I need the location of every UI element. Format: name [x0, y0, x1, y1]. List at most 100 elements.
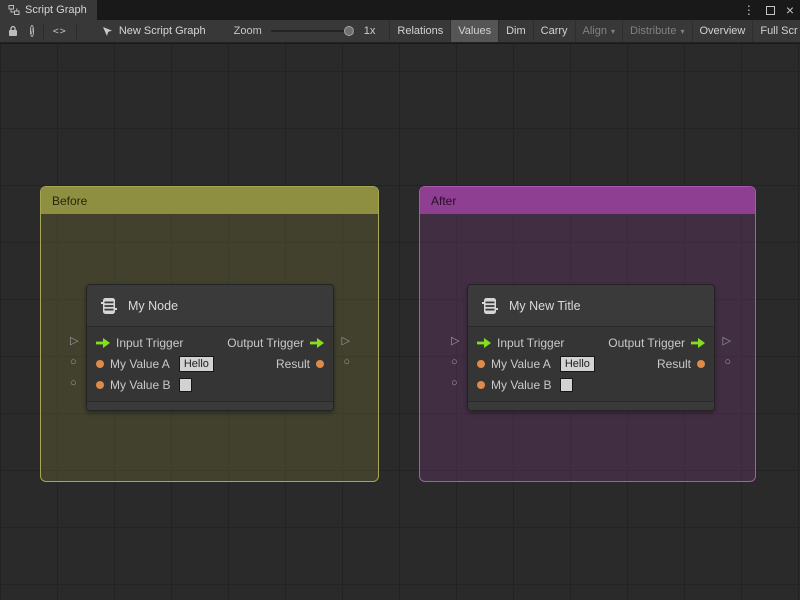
port-result[interactable]: Result [657, 357, 705, 371]
external-value-b-port[interactable]: ○ [70, 378, 77, 389]
node-body: Input Trigger Output Trigger My Value A … [468, 327, 714, 399]
tab-bar: Script Graph ⋮ × [0, 0, 800, 20]
port-label: My Value B [110, 377, 171, 392]
flow-arrow-icon [691, 337, 705, 348]
port-row: My Value A Hello Result [87, 353, 333, 374]
carry-button[interactable]: Carry [532, 20, 575, 42]
close-icon[interactable]: × [786, 3, 794, 17]
port-result[interactable]: Result [276, 357, 324, 371]
port-input-trigger[interactable]: Input Trigger [96, 336, 183, 350]
align-label: Align [582, 25, 607, 37]
external-value-a-port[interactable]: ○ [70, 357, 77, 368]
group-before[interactable]: Before My Node Input Trigger Output Trig… [40, 186, 379, 482]
port-my-value-a[interactable]: My Value A Hello [96, 355, 214, 372]
group-title: Before [52, 193, 88, 208]
graph-pointer-icon [102, 26, 113, 37]
node-title: My New Title [509, 298, 581, 313]
lock-icon[interactable] [8, 25, 18, 37]
maximize-icon[interactable] [765, 5, 775, 15]
kebab-menu-icon[interactable]: ⋮ [743, 3, 755, 17]
value-port-icon [697, 359, 705, 368]
port-my-value-a[interactable]: My Value A Hello [477, 355, 595, 372]
value-a-field[interactable]: Hello [178, 355, 214, 372]
tab-title: Script Graph [25, 4, 87, 16]
info-icon[interactable]: i [30, 25, 34, 37]
port-output-trigger[interactable]: Output Trigger [608, 336, 705, 350]
toolbar-divider [75, 23, 77, 39]
node-footer [468, 401, 714, 410]
node-body: Input Trigger Output Trigger My Value A … [87, 327, 333, 399]
flow-machine-icon [480, 296, 500, 316]
graph-name: New Script Graph [118, 25, 206, 37]
value-b-field[interactable] [560, 377, 574, 392]
port-label: My Value A [110, 356, 170, 371]
zoom-slider[interactable] [270, 26, 355, 36]
port-label: Input Trigger [497, 335, 565, 350]
chevron-down-icon: ▾ [680, 26, 685, 36]
port-output-trigger[interactable]: Output Trigger [227, 336, 324, 350]
port-label: My Value A [491, 356, 551, 371]
unity-editor-window: Script Graph ⋮ × i <> New Script Graph Z… [0, 0, 800, 600]
values-button[interactable]: Values [450, 20, 499, 42]
external-value-a-port[interactable]: ○ [451, 357, 458, 368]
flow-arrow-icon [477, 337, 491, 348]
overview-button[interactable]: Overview [691, 20, 753, 42]
dim-button[interactable]: Dim [498, 20, 533, 42]
node-my-new-title[interactable]: My New Title Input Trigger Output Trigge [451, 284, 731, 411]
graph-canvas[interactable]: Before My Node Input Trigger Output Trig… [0, 44, 800, 600]
relations-button[interactable]: Relations [389, 20, 450, 42]
node-header[interactable]: My New Title [468, 285, 714, 327]
tab-script-graph[interactable]: Script Graph [0, 0, 97, 20]
port-row: My Value B [468, 374, 714, 395]
external-value-b-port[interactable]: ○ [451, 378, 458, 389]
value-port-icon [477, 380, 485, 389]
port-my-value-b[interactable]: My Value B [96, 377, 193, 392]
flow-arrow-icon [310, 337, 324, 348]
distribute-label: Distribute [630, 25, 677, 37]
node-my-node[interactable]: My Node Input Trigger Output Trigger My … [70, 284, 350, 411]
value-a-field[interactable]: Hello [559, 355, 595, 372]
external-output-flow-port[interactable]: ▷ [723, 336, 731, 347]
external-result-port[interactable]: ○ [343, 357, 350, 368]
group-after[interactable]: After My New Title Input Trigger Output … [419, 186, 756, 482]
value-port-icon [316, 359, 324, 368]
value-b-field[interactable] [179, 377, 193, 392]
graph-toolbar: i <> New Script Graph Zoom 1x Relations … [0, 20, 800, 43]
fullscreen-button[interactable]: Full Scr [752, 20, 800, 42]
script-graph-icon [8, 4, 20, 16]
align-button[interactable]: Align ▾ [574, 20, 622, 42]
external-input-flow-port[interactable]: ▷ [451, 336, 459, 347]
toolbar-divider [42, 23, 44, 39]
port-row: Input Trigger Output Trigger [468, 332, 714, 353]
group-after-header[interactable]: After [420, 187, 755, 214]
port-row: My Value B [87, 374, 333, 395]
port-row: My Value A Hello Result [468, 353, 714, 374]
port-input-trigger[interactable]: Input Trigger [477, 336, 564, 350]
port-label: Input Trigger [116, 335, 184, 350]
flow-arrow-icon [96, 337, 110, 348]
port-label: My Value B [491, 377, 552, 392]
external-input-flow-port[interactable]: ▷ [70, 336, 78, 347]
external-output-flow-port[interactable]: ▷ [342, 336, 350, 347]
port-row: Input Trigger Output Trigger [87, 332, 333, 353]
value-port-icon [477, 359, 485, 368]
flow-machine-icon [99, 296, 119, 316]
port-my-value-b[interactable]: My Value B [477, 377, 574, 392]
group-title: After [431, 193, 457, 208]
window-controls: ⋮ × [743, 0, 794, 20]
value-port-icon [96, 359, 104, 368]
zoom-value: 1x [363, 25, 376, 37]
port-label: Result [656, 356, 691, 371]
group-before-header[interactable]: Before [41, 187, 378, 214]
port-label: Result [275, 356, 310, 371]
code-icon[interactable]: <> [53, 26, 67, 37]
zoom-slider-knob[interactable] [343, 26, 354, 36]
external-result-port[interactable]: ○ [724, 357, 731, 368]
port-label: Output Trigger [608, 335, 685, 350]
port-label: Output Trigger [227, 335, 304, 350]
node-title: My Node [128, 298, 179, 313]
toolbar-buttons: Relations Values Dim Carry Align ▾ Distr… [389, 20, 800, 42]
distribute-button[interactable]: Distribute ▾ [622, 20, 691, 42]
node-footer [87, 401, 333, 410]
node-header[interactable]: My Node [87, 285, 333, 327]
